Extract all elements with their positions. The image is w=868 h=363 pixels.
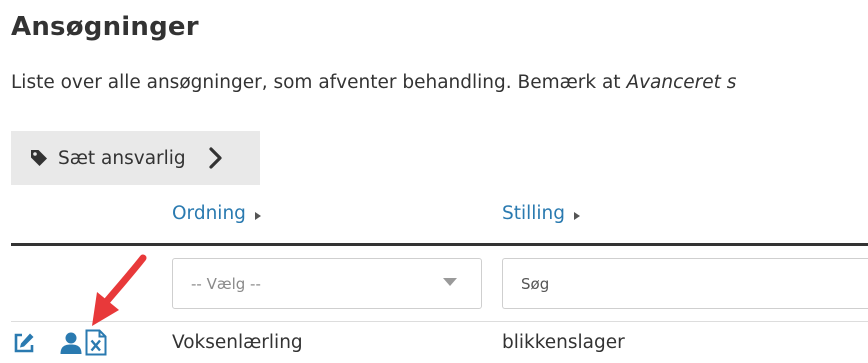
tag-icon xyxy=(30,149,48,167)
annotation-arrow xyxy=(92,254,147,326)
chevron-down-icon xyxy=(443,278,457,286)
caret-right-icon xyxy=(254,211,262,221)
set-responsible-button[interactable]: Sæt ansvarlig xyxy=(11,131,260,185)
page-title: Ansøgninger xyxy=(11,12,199,42)
ordning-filter-value: -- Vælg -- xyxy=(191,274,261,293)
excel-icon[interactable] xyxy=(85,329,107,356)
ordning-filter-select[interactable]: -- Vælg -- xyxy=(172,258,482,309)
stilling-cell: blikkenslager xyxy=(502,332,625,353)
column-header-stilling-label: Stilling xyxy=(502,203,566,224)
intro-text-emphasis: Avanceret s xyxy=(626,72,737,93)
column-header-stilling[interactable]: Stilling xyxy=(502,203,581,224)
page: Ansøgninger Liste over alle ansøgninger,… xyxy=(0,0,868,363)
intro-text-main: Liste over alle ansøgninger, som afvente… xyxy=(11,72,627,93)
column-header-ordning[interactable]: Ordning xyxy=(172,203,262,224)
table-header-divider xyxy=(11,243,868,246)
intro-text: Liste over alle ansøgninger, som afvente… xyxy=(11,72,736,93)
user-icon[interactable] xyxy=(60,332,82,354)
chevron-right-icon xyxy=(208,147,224,169)
set-responsible-label: Sæt ansvarlig xyxy=(58,147,186,169)
edit-icon[interactable] xyxy=(13,332,35,354)
column-header-ordning-label: Ordning xyxy=(172,203,246,224)
ordning-cell: Voksenlærling xyxy=(172,332,303,353)
caret-right-icon xyxy=(573,211,581,221)
stilling-search-input[interactable] xyxy=(502,258,868,309)
